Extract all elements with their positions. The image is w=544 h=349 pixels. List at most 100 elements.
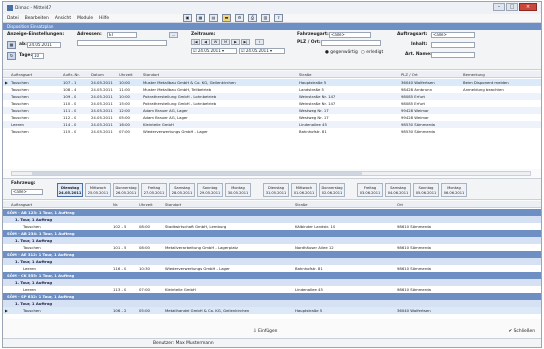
day-tab[interactable]: Samstag 28.05.2011	[169, 183, 195, 197]
table-row[interactable]: Tauschen 112 - 0 24.05.2011 05:00 Adam B…	[3, 114, 541, 121]
cell: Bahnhofstr. 81	[299, 129, 327, 134]
calendar-icon[interactable]: ▥	[261, 14, 270, 22]
menu-item-datei[interactable]: Datei	[7, 16, 19, 21]
tour-group-row[interactable]: SÖM - CK 555: 1 Tour, 1 Auftrag	[3, 272, 541, 279]
print-icon[interactable]: ⎙	[248, 14, 257, 22]
day-tab[interactable]: Dienstag 24.05.2011	[57, 183, 83, 197]
col-uhrzeit[interactable]: Uhrzeit	[119, 71, 133, 78]
truck-icon[interactable]: ▣	[183, 14, 192, 22]
day-tab[interactable]: Dienstag 31.05.2011	[263, 183, 289, 197]
scrollbar-thumb[interactable]	[32, 172, 362, 175]
col-datum[interactable]: Datum	[91, 71, 104, 78]
grid-icon[interactable]: ▦	[196, 14, 205, 22]
tour-group-row[interactable]: SÖM - AB 123: 1 Tour, 1 Auftrag	[3, 209, 541, 216]
day-tab[interactable]: Freitag 27.05.2011	[141, 183, 167, 197]
table-row[interactable]: Tauschen 102 - 5 08:00 Stadtwirtschaft Gmb…	[3, 223, 541, 230]
col-auftragsart[interactable]: Auftragsart	[11, 201, 32, 208]
day-tab[interactable]: Donnerstag 26.05.2011	[113, 183, 139, 197]
day-tab[interactable]: Mittwoch 25.05.2011	[85, 183, 111, 197]
table-row[interactable]: ▶ Tauschen 106 - 2 05:00 Metallhandel GmbH…	[3, 307, 541, 314]
tour-subgroup-row[interactable]: 1. Tour, 1 Auftrag	[3, 237, 541, 244]
maximize-button[interactable]: □	[506, 3, 518, 11]
table-row[interactable]: Leeren 116 - 0 10:30 Wiederverwertungs Gmb…	[3, 265, 541, 272]
tour-group-row[interactable]: SÖM - AB 234: 1 Tour, 1 Auftrag	[3, 230, 541, 237]
table-row[interactable]: Tauschen 111 - 0 24.05.2011 12:00 Adam B…	[3, 107, 541, 114]
day-tab[interactable]: Donnerstag 02.06.2011	[319, 183, 345, 197]
horizontal-scrollbar[interactable]	[11, 171, 531, 176]
erledigt-radio[interactable]: ○ erledigt	[361, 50, 383, 55]
table-row[interactable]: Leeren 113 - 0 07:00 Kleinteile GmbH Linde…	[3, 286, 541, 293]
nav-week-button[interactable]: W	[211, 39, 220, 45]
tage-input[interactable]: 10	[32, 53, 44, 59]
day-tab[interactable]: Freitag 03.06.2011	[357, 183, 383, 197]
adressen-list[interactable]	[77, 40, 167, 46]
day-tab[interactable]: Montag 30.05.2011	[225, 183, 251, 197]
col-bemerkung[interactable]: Bemerkung	[463, 71, 485, 78]
nav-month-button[interactable]: M	[221, 39, 230, 45]
cell: 24.05.2011	[91, 115, 113, 120]
plz-input[interactable]	[321, 40, 381, 46]
cell: 107 - 1	[63, 80, 77, 85]
table-row[interactable]: Leeren 114 - 0 24.05.2011 16:00 Kleintei…	[3, 121, 541, 128]
table-row[interactable]: ▶ Tauschen 107 - 1 24.05.2011 10:00 Must…	[3, 79, 541, 86]
inhalt-input[interactable]	[431, 42, 475, 48]
close-button[interactable]: ×	[519, 3, 537, 11]
nav-prev-button[interactable]: ◀	[201, 39, 210, 45]
minimize-button[interactable]: –	[493, 3, 505, 11]
artname-input[interactable]	[431, 52, 475, 58]
nav-info-button[interactable]: i	[255, 39, 264, 45]
nav-first-button[interactable]: |◀	[191, 39, 200, 45]
nav-last-button[interactable]: ▶|	[241, 39, 250, 45]
fahrzeug-select[interactable]: <alle>	[11, 189, 43, 195]
tour-group-row[interactable]: SÖM - SP 632: 1 Tour, 1 Auftrag	[3, 293, 541, 300]
gegenwart-radio[interactable]: ● gegenwärtig	[325, 50, 358, 55]
menu-item-bearbeiten[interactable]: Bearbeiten	[25, 16, 49, 21]
col-ort[interactable]: Ort	[397, 201, 403, 208]
cell: Wiederverwertungs GmbH - Lager	[143, 129, 208, 134]
tour-subgroup-row[interactable]: 1. Tour, 1 Auftrag	[3, 258, 541, 265]
table-row[interactable]: Tauschen 115 - 0 24.05.2011 07:00 Wieder…	[3, 128, 541, 135]
menu-item-module[interactable]: Module	[77, 16, 93, 21]
col-standort[interactable]: Standort	[143, 71, 159, 78]
nav-next-button[interactable]: ▶	[231, 39, 240, 45]
day-tab[interactable]: Sonntag 29.05.2011	[197, 183, 223, 197]
folder-icon[interactable]: ▬	[222, 14, 231, 22]
tour-group-row[interactable]: SÖM - AE 312: 1 Tour, 1 Auftrag	[3, 251, 541, 258]
col-strasse[interactable]: Straße	[295, 201, 308, 208]
tour-subgroup-row[interactable]: 1. Tour, 1 Auftrag	[3, 279, 541, 286]
calendar-icon[interactable]: ▦	[7, 41, 16, 49]
adressen-search-button[interactable]: …	[169, 32, 178, 38]
day-tab[interactable]: Montag 06.06.2011	[441, 183, 467, 197]
table-row[interactable]: Tauschen 101 - 5 08:00 Metallverarbeitung …	[3, 244, 541, 251]
artname-label: Art. Name:	[405, 52, 432, 57]
date-from-input[interactable]: ☑ 24.05.2011 ▾	[191, 48, 237, 54]
fahrzeugart-select[interactable]: <alle>	[329, 32, 371, 38]
table-row[interactable]: Tauschen 108 - 4 24.05.2011 11:00 Muster…	[3, 86, 541, 93]
tour-subgroup-row[interactable]: 1. Tour, 1 Auftrag	[3, 300, 541, 307]
col-strasse[interactable]: Straße	[299, 71, 312, 78]
table-icon[interactable]: ▤	[209, 14, 218, 22]
adressen-select[interactable]: ET	[107, 32, 137, 38]
ab-date-input[interactable]: 24.05.2011	[27, 42, 61, 48]
einfuegen-button[interactable]: ⇩ Einfügen	[253, 327, 277, 336]
refresh-icon[interactable]: ↻	[7, 52, 16, 60]
col-standort[interactable]: Standort	[165, 201, 181, 208]
day-tab[interactable]: Sonntag 05.06.2011	[413, 183, 439, 197]
col-plz-ort[interactable]: PLZ / Ort	[401, 71, 418, 78]
schliessen-button[interactable]: ✔ Schließen	[509, 327, 535, 336]
table-row[interactable]: Tauschen 110 - 0 24.05.2011 15:00 Pokrat…	[3, 100, 541, 107]
col-auftragsart[interactable]: Auftragsart	[11, 71, 32, 78]
auftragsart-select[interactable]: <alle>	[431, 32, 475, 38]
tour-subgroup-row[interactable]: 1. Tour, 1 Auftrag	[3, 216, 541, 223]
export-icon[interactable]: ⇪	[274, 14, 283, 22]
day-tab[interactable]: Samstag 04.06.2011	[385, 183, 411, 197]
col-nr[interactable]: Nr.	[113, 201, 118, 208]
col-auftragsnr[interactable]: Auftr.-Nr.	[63, 71, 80, 78]
gear-icon[interactable]: ⚙	[235, 14, 244, 22]
menu-item-ansicht[interactable]: Ansicht	[55, 16, 71, 21]
col-uhrzeit[interactable]: Uhrzeit	[139, 201, 153, 208]
menu-item-hilfe[interactable]: Hilfe	[99, 16, 109, 21]
table-row[interactable]: Tauschen 109 - 0 24.05.2011 10:00 Pokrat…	[3, 93, 541, 100]
day-tab[interactable]: Mittwoch 01.06.2011	[291, 183, 317, 197]
date-to-input[interactable]: ☑ 24.05.2011 ▾	[239, 48, 285, 54]
